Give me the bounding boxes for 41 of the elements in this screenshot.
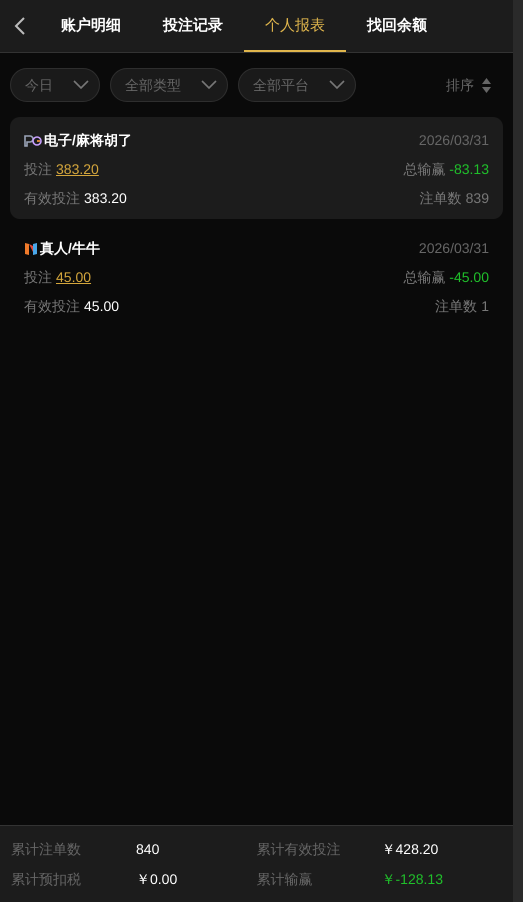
- bet-label: 投注: [24, 268, 52, 287]
- tab[interactable]: 找回余额: [346, 0, 448, 52]
- winloss-value: -83.13: [449, 160, 489, 179]
- winloss-value: -45.00: [449, 268, 489, 287]
- bet-link[interactable]: 383.20: [56, 159, 99, 180]
- order-count-label: 注单数: [420, 189, 462, 208]
- logo-icon: [24, 134, 42, 146]
- summary-label: 累计有效投注: [256, 840, 342, 858]
- chevron-icon: [329, 80, 345, 90]
- winloss-label: 总输赢: [403, 160, 446, 179]
- valid-bet-label: 有效投注: [24, 297, 80, 316]
- game-title: 真人/牛牛: [40, 239, 100, 258]
- chevron-icon: [201, 80, 217, 90]
- valid-bet-value: 45.00: [84, 297, 120, 316]
- order-count-value: 839: [466, 189, 489, 208]
- summary-value: ￥428.20: [382, 840, 438, 858]
- tab[interactable]: 个人报表: [244, 0, 346, 52]
- summary-value: ￥-128.13: [382, 870, 443, 888]
- game-title: 电子/麻将胡了: [44, 131, 132, 150]
- summary-label: 累计预扣税: [11, 870, 82, 888]
- order-count-value: 1: [481, 297, 489, 316]
- summary-value: ￥0.00: [136, 870, 178, 888]
- record-date: 2026/03/31: [418, 239, 489, 258]
- record-date: 2026/03/31: [418, 131, 489, 150]
- record-card[interactable]: 真人/牛牛 2026/03/31 投注 45.00 总输赢 -45.00 有效投注 45.00 注单数 1: [10, 225, 503, 327]
- tab[interactable]: 投注记录: [142, 0, 244, 52]
- bet-label: 投注: [24, 160, 52, 179]
- sort-icon: [482, 78, 491, 92]
- chevron-icon: [73, 80, 89, 90]
- summary-label: 累计注单数: [11, 840, 82, 858]
- winloss-label: 总输赢: [403, 268, 446, 287]
- valid-bet-value: 383.20: [84, 189, 127, 208]
- scrollbar[interactable]: [513, 0, 523, 902]
- record-card[interactable]: 电子/麻将胡了 2026/03/31 投注 383.20 总输赢 -83.13 有效投注 383.20 注单数 839: [10, 117, 503, 219]
- summary-value: 840: [136, 840, 160, 858]
- order-count-label: 注单数: [435, 297, 478, 316]
- logo-icon: [24, 240, 38, 256]
- bet-link[interactable]: 45.00: [56, 267, 92, 288]
- summary-label: 累计输赢: [256, 870, 314, 888]
- valid-bet-label: 有效投注: [24, 189, 80, 208]
- tab[interactable]: 账户明细: [40, 0, 142, 52]
